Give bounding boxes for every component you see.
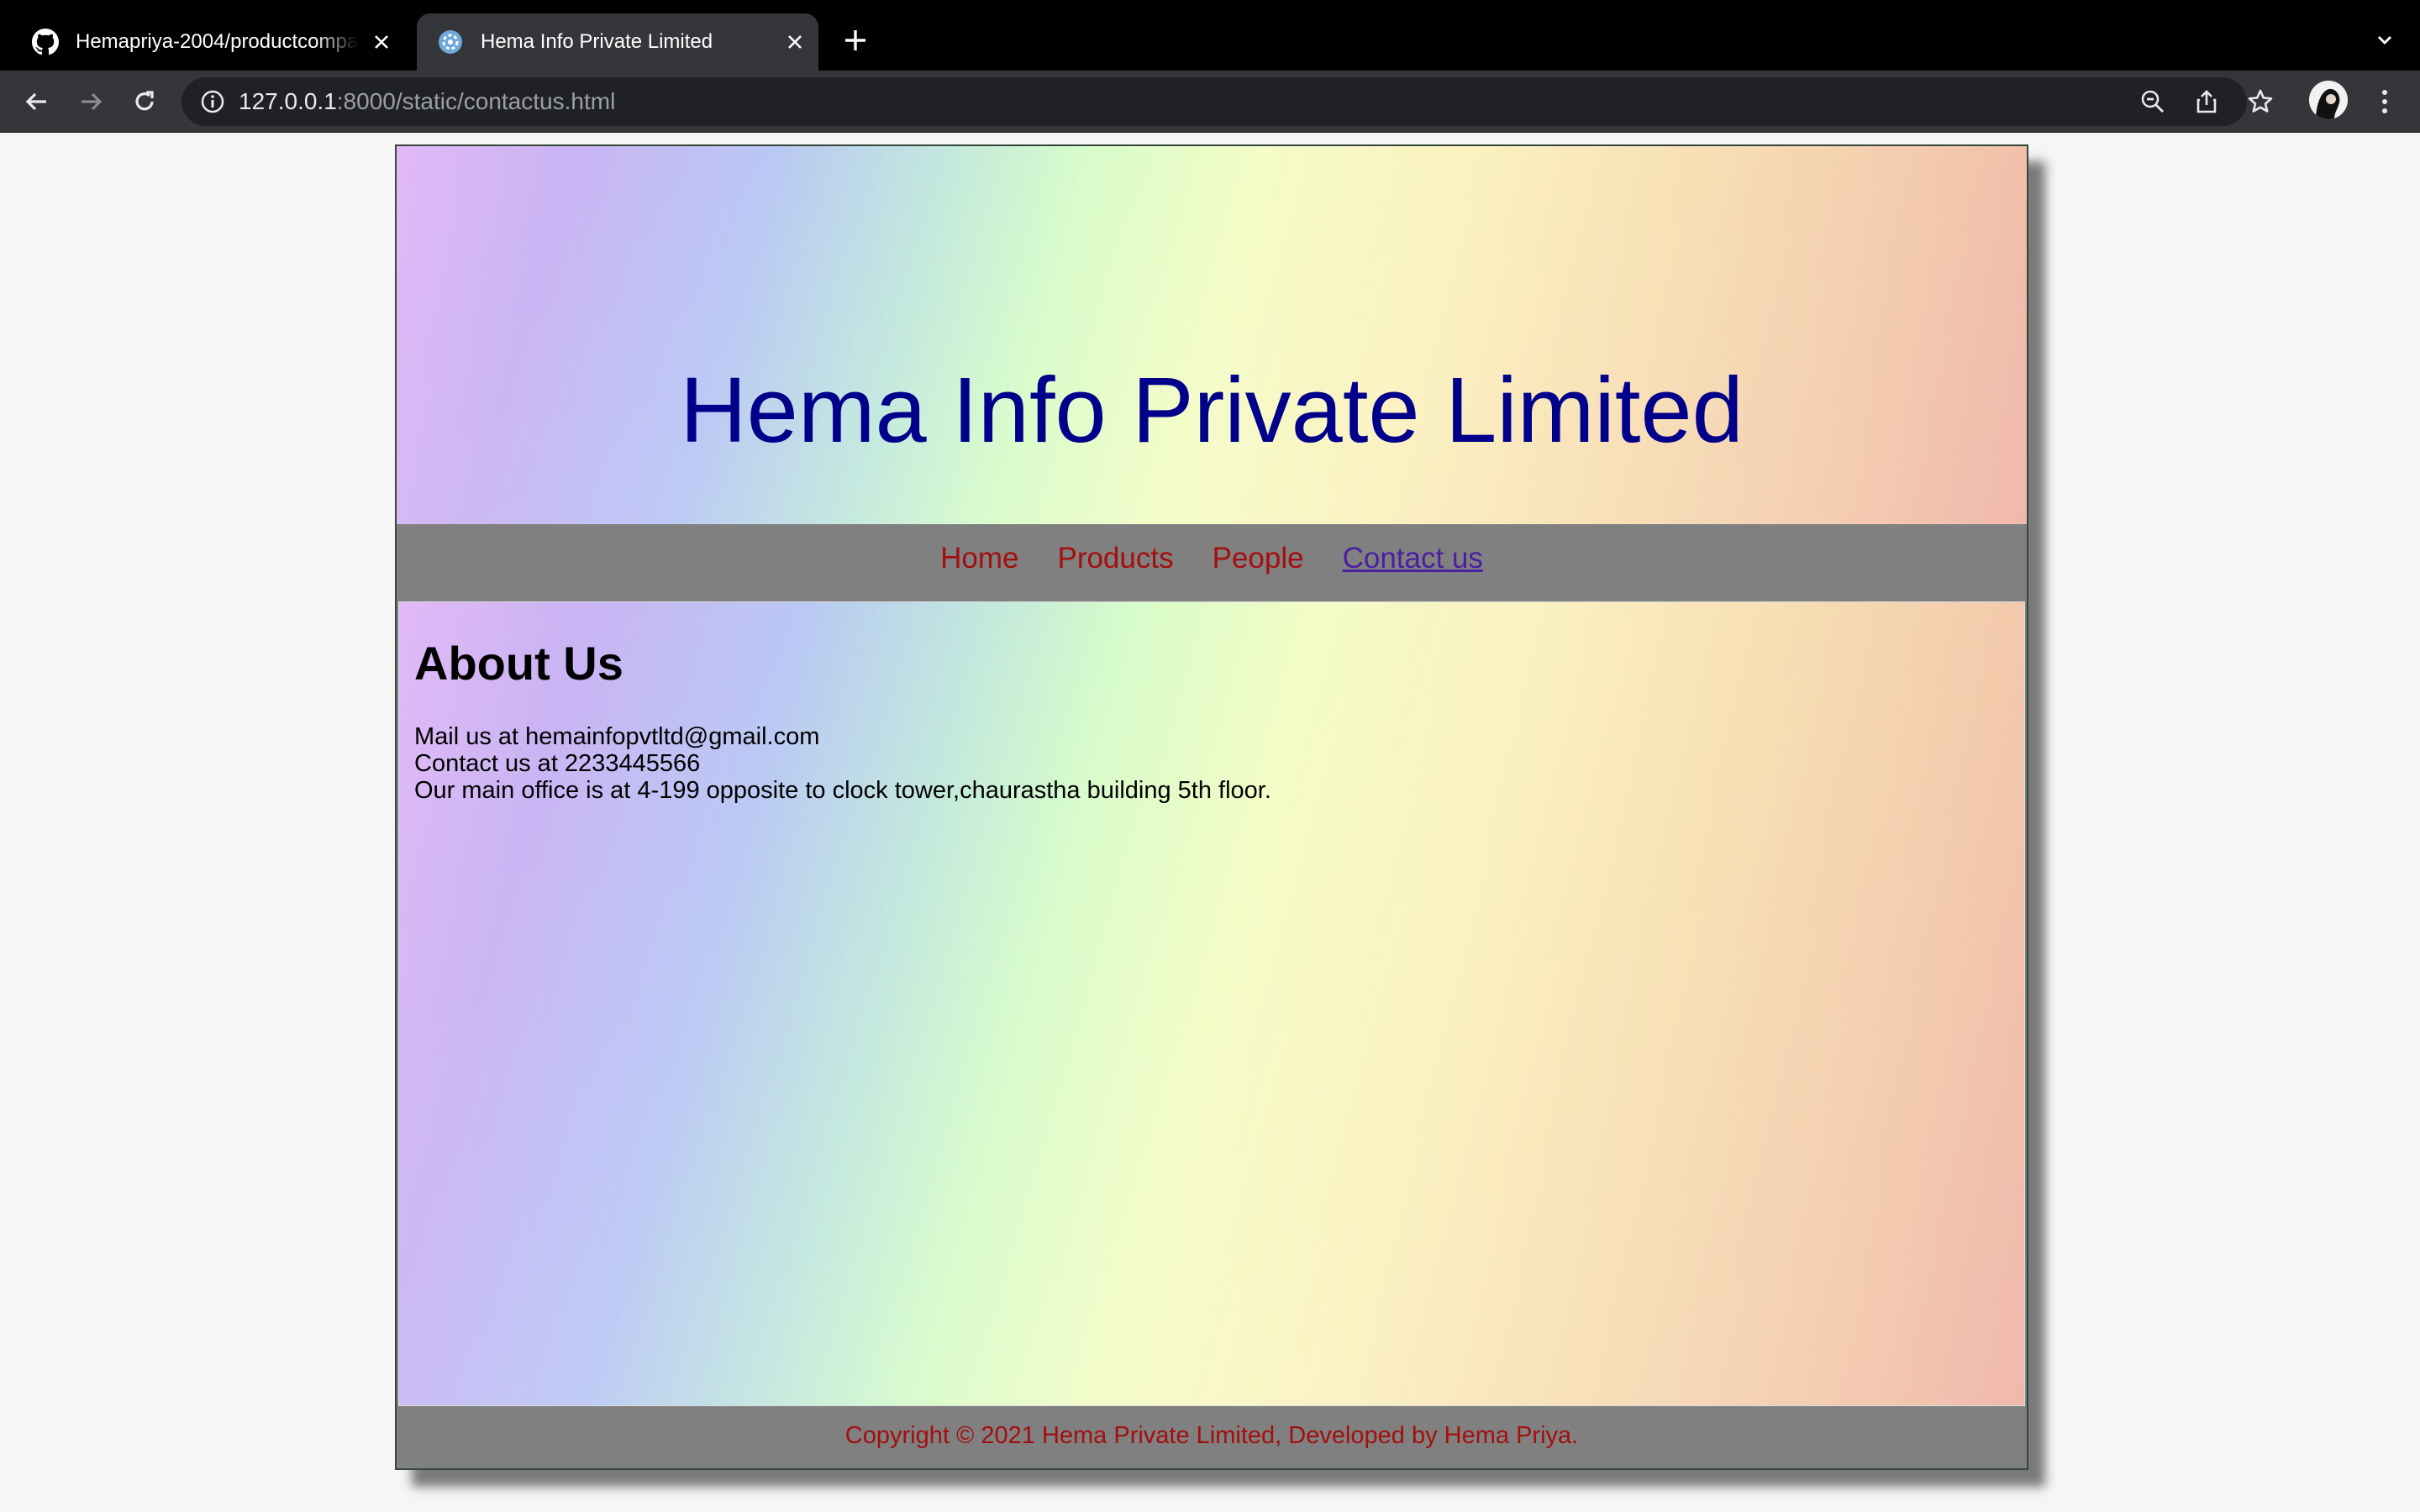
tab-github[interactable]: Hemapriya-2004/productcompany bbox=[17, 13, 405, 71]
more-menu-icon[interactable] bbox=[2366, 83, 2403, 120]
nav-people-link[interactable]: People bbox=[1213, 542, 1304, 575]
office-line: Our main office is at 4-199 opposite to … bbox=[414, 777, 1271, 804]
url-path: :8000/static/contactus.html bbox=[336, 88, 616, 114]
site-container: Hema Info Private Limited Home Products … bbox=[395, 144, 2028, 1470]
tab-strip: Hemapriya-2004/productcompany Hema Info … bbox=[0, 0, 2420, 71]
site-footer: Copyright © 2021 Hema Private Limited, D… bbox=[397, 1406, 2027, 1468]
url-text[interactable]: 127.0.0.1:8000/static/contactus.html bbox=[239, 77, 615, 126]
site-header: Hema Info Private Limited bbox=[397, 146, 2027, 524]
nav-contact-link[interactable]: Contact us bbox=[1343, 542, 1483, 575]
reload-icon[interactable] bbox=[126, 83, 163, 120]
about-text: Mail us at hemainfopvtltd@gmail.com Cont… bbox=[414, 723, 1271, 804]
zoom-out-icon[interactable] bbox=[2136, 85, 2170, 118]
main-nav: Home Products People Contact us bbox=[397, 524, 2027, 600]
forward-arrow-icon[interactable] bbox=[72, 83, 109, 120]
close-icon[interactable] bbox=[780, 27, 810, 57]
url-host: 127.0.0.1 bbox=[239, 88, 337, 114]
contact-line: Contact us at 2233445566 bbox=[414, 750, 701, 777]
site-favicon-icon bbox=[437, 29, 464, 55]
site-title: Hema Info Private Limited bbox=[680, 359, 1744, 462]
about-heading: About Us bbox=[414, 637, 623, 690]
tab-title: Hema Info Private Limited bbox=[481, 30, 713, 53]
page-viewport: Hema Info Private Limited Home Products … bbox=[0, 133, 2420, 1512]
tab-active-site[interactable]: Hema Info Private Limited bbox=[417, 13, 818, 71]
about-section: About Us Mail us at hemainfopvtltd@gmail… bbox=[398, 601, 2025, 1406]
bookmark-star-icon[interactable] bbox=[2244, 85, 2277, 118]
address-bar[interactable]: 127.0.0.1:8000/static/contactus.html bbox=[182, 77, 2273, 126]
close-icon[interactable] bbox=[366, 27, 397, 57]
chevron-down-icon[interactable] bbox=[2368, 24, 2402, 57]
new-tab-plus-icon[interactable] bbox=[839, 24, 872, 57]
github-icon bbox=[32, 29, 59, 55]
profile-avatar[interactable] bbox=[2309, 81, 2348, 119]
browser-toolbar: 127.0.0.1:8000/static/contactus.html bbox=[0, 71, 2420, 133]
nav-home-link[interactable]: Home bbox=[940, 542, 1018, 575]
share-icon[interactable] bbox=[2190, 85, 2223, 118]
nav-products-link[interactable]: Products bbox=[1057, 542, 1173, 575]
tab-title: Hemapriya-2004/productcompany bbox=[76, 30, 358, 53]
copyright-text: Copyright © 2021 Hema Private Limited, D… bbox=[844, 1421, 1579, 1449]
back-arrow-icon[interactable] bbox=[18, 83, 55, 120]
mail-line: Mail us at hemainfopvtltd@gmail.com bbox=[414, 723, 820, 750]
info-icon[interactable] bbox=[197, 86, 229, 118]
